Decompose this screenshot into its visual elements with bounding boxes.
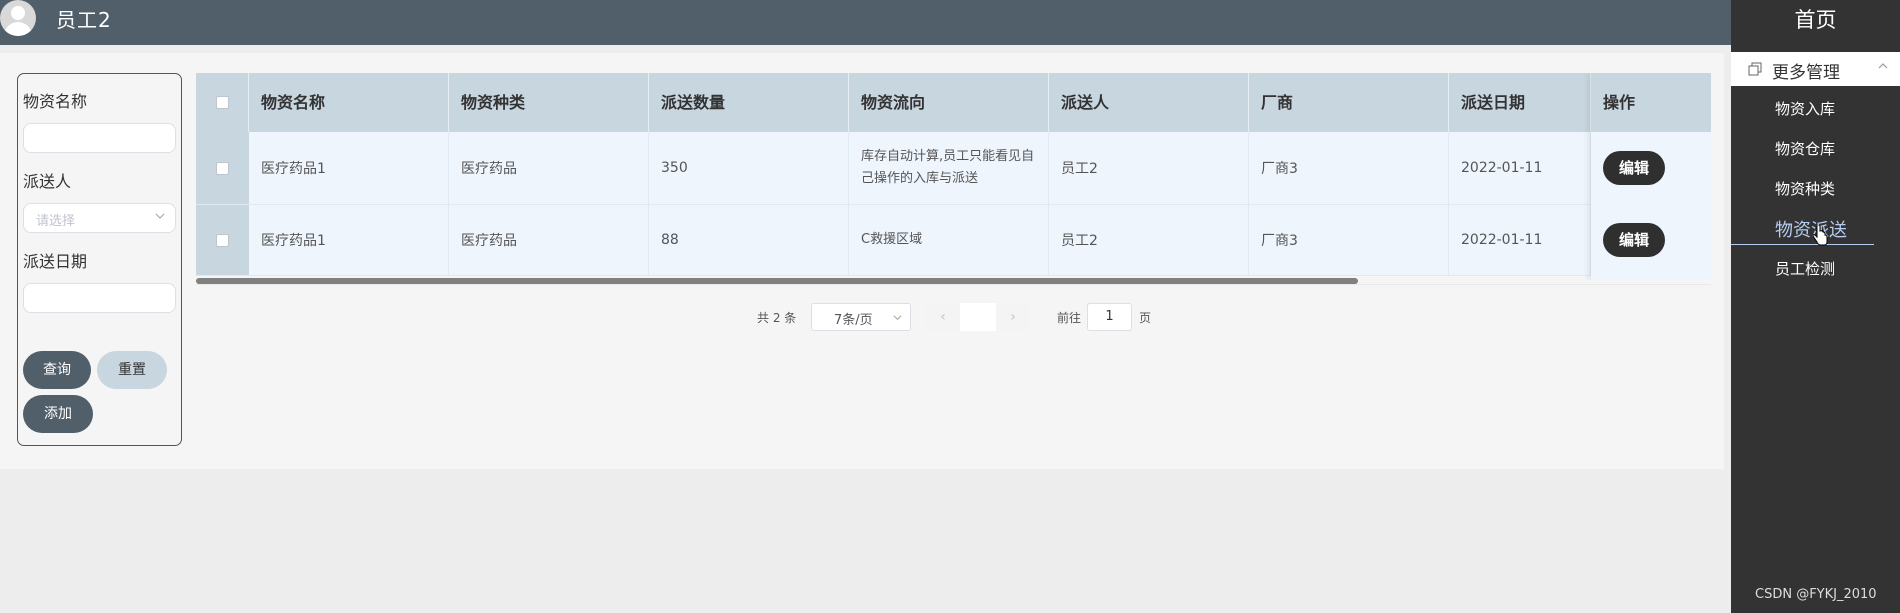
column-header-flow[interactable]: 物资流向: [849, 73, 1049, 132]
row-checkbox-cell: [196, 132, 249, 204]
edit-button[interactable]: 编辑: [1603, 151, 1665, 185]
chevron-up-icon: [1878, 63, 1888, 69]
cell-flow: 库存自动计算,员工只能看见自己操作的入库与派送: [849, 132, 1049, 204]
top-bar: 员工2: [0, 0, 1731, 45]
page-number-slot: [960, 303, 996, 331]
select-all-checkbox[interactable]: [215, 96, 229, 109]
row-checkbox-cell: [196, 205, 249, 275]
cell-name: 医疗药品1: [249, 132, 449, 204]
sidebar-group-label: 更多管理: [1772, 63, 1840, 83]
cell-category: 医疗药品: [449, 132, 649, 204]
cell-date: 2022-01-11: [1449, 132, 1591, 204]
date-filter-input[interactable]: [23, 283, 176, 313]
row-checkbox[interactable]: [216, 233, 229, 247]
cell-name: 医疗药品1: [249, 205, 449, 275]
cell-category: 医疗药品: [449, 205, 649, 275]
watermark-text: CSDN @FYKJ_2010: [1755, 587, 1877, 602]
avatar-head: [11, 6, 25, 20]
horizontal-scroll-track: [196, 284, 1711, 285]
copy-icon: [1748, 62, 1762, 76]
cell-sender: 员工2: [1049, 205, 1249, 275]
cell-vendor: 厂商3: [1249, 205, 1449, 275]
goto-page-input[interactable]: 1: [1087, 303, 1132, 331]
date-filter-label: 派送日期: [23, 252, 88, 271]
cell-flow: C救援区域: [849, 205, 1049, 275]
query-button[interactable]: 查询: [23, 351, 91, 389]
cell-vendor: 厂商3: [1249, 132, 1449, 204]
column-header-action: 操作: [1591, 73, 1711, 132]
column-header-name[interactable]: 物资名称: [249, 73, 449, 132]
hand-pointer-icon: [1812, 226, 1828, 246]
sidebar-item-material-dispatch[interactable]: 物资派送: [1775, 216, 1847, 242]
sender-filter-select[interactable]: 请选择: [23, 203, 176, 233]
sidebar-group-more[interactable]: 更多管理: [1731, 52, 1900, 86]
column-header-sender[interactable]: 派送人: [1049, 73, 1249, 132]
sidebar-item-material-category[interactable]: 物资种类: [1775, 178, 1835, 199]
cell-quantity: 88: [649, 205, 849, 275]
right-sidebar: 首页 更多管理 物资入库 物资仓库 物资种类 物资派送 员工检测 CSDN @F…: [1731, 0, 1900, 613]
sender-select-placeholder: 请选择: [36, 214, 76, 229]
page-size-select[interactable]: 7条/页: [811, 303, 911, 331]
horizontal-scrollbar[interactable]: [196, 278, 1358, 284]
next-page-button[interactable]: ›: [996, 303, 1030, 331]
add-button[interactable]: 添加: [23, 395, 93, 433]
column-header-vendor[interactable]: 厂商: [1249, 73, 1449, 132]
cell-sender: 员工2: [1049, 132, 1249, 204]
row-checkbox[interactable]: [216, 161, 229, 175]
sidebar-item-material-warehouse[interactable]: 物资仓库: [1775, 138, 1835, 159]
table-row: 医疗药品1 医疗药品 350 库存自动计算,员工只能看见自己操作的入库与派送 员…: [196, 132, 1711, 205]
dispatch-table: 物资名称 物资种类 派送数量 物资流向 派送人 厂商 派送日期 医疗药品1 医疗…: [196, 73, 1711, 280]
sidebar-home[interactable]: 首页: [1731, 4, 1900, 34]
name-filter-label: 物资名称: [23, 92, 88, 111]
column-header-category[interactable]: 物资种类: [449, 73, 649, 132]
column-header-date[interactable]: 派送日期: [1449, 73, 1591, 132]
user-avatar-icon[interactable]: [0, 0, 36, 36]
cell-date: 2022-01-11: [1449, 205, 1591, 275]
username-label: 员工2: [56, 8, 112, 32]
cell-quantity: 350: [649, 132, 849, 204]
page-size-value: 7条/页: [834, 313, 873, 328]
prev-page-button[interactable]: ‹: [926, 303, 960, 331]
page-suffix-label: 页: [1139, 311, 1152, 325]
goto-label: 前往: [1057, 311, 1082, 325]
table-header: 物资名称 物资种类 派送数量 物资流向 派送人 厂商 派送日期: [196, 73, 1711, 132]
pagination-total: 共 2 条: [757, 311, 797, 325]
filter-panel: 物资名称 派送人 请选择 派送日期 查询 重置 添加: [17, 73, 182, 446]
table-row: 医疗药品1 医疗药品 88 C救援区域 员工2 厂商3 2022-01-11: [196, 205, 1711, 276]
name-filter-input[interactable]: [23, 123, 176, 153]
operation-column: 操作 编辑 编辑: [1591, 73, 1711, 280]
sender-filter-label: 派送人: [23, 172, 72, 191]
sidebar-item-staff-check[interactable]: 员工检测: [1775, 258, 1835, 279]
reset-button[interactable]: 重置: [97, 351, 167, 389]
active-item-underline: [1731, 244, 1874, 245]
chevron-down-icon: [155, 213, 165, 219]
edit-button[interactable]: 编辑: [1603, 223, 1665, 257]
column-header-quantity[interactable]: 派送数量: [649, 73, 849, 132]
select-all-cell: [196, 73, 249, 132]
sidebar-item-material-inbound[interactable]: 物资入库: [1775, 98, 1835, 119]
avatar-body: [4, 22, 32, 36]
chevron-down-icon: [893, 315, 902, 321]
